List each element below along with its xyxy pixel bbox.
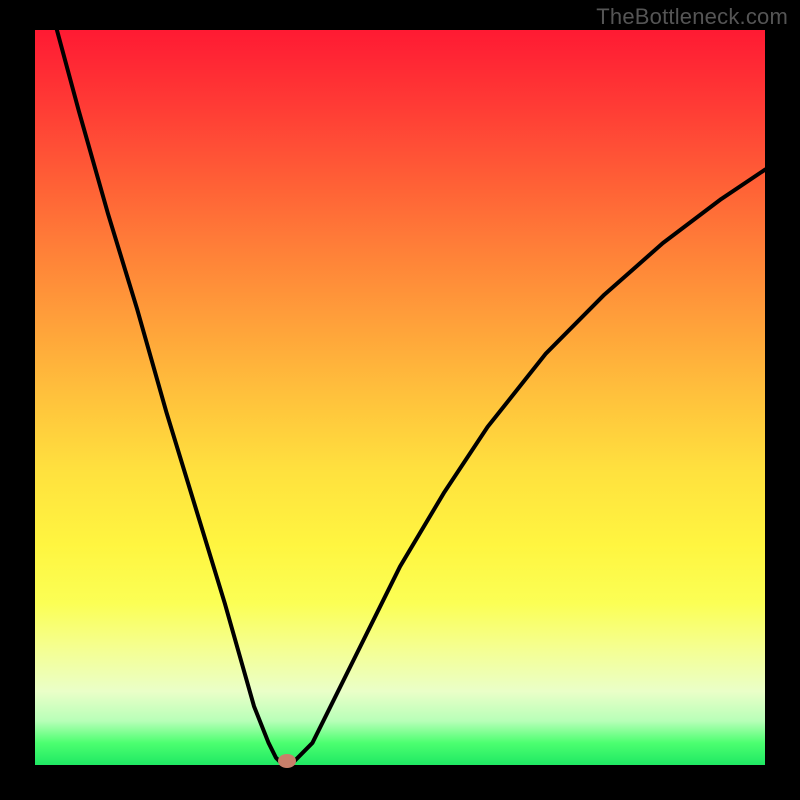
watermark-text: TheBottleneck.com: [596, 4, 788, 30]
bottleneck-curve: [35, 30, 765, 765]
curve-path: [57, 30, 765, 765]
optimal-point-marker: [278, 754, 296, 768]
chart-plot-area: [35, 30, 765, 765]
